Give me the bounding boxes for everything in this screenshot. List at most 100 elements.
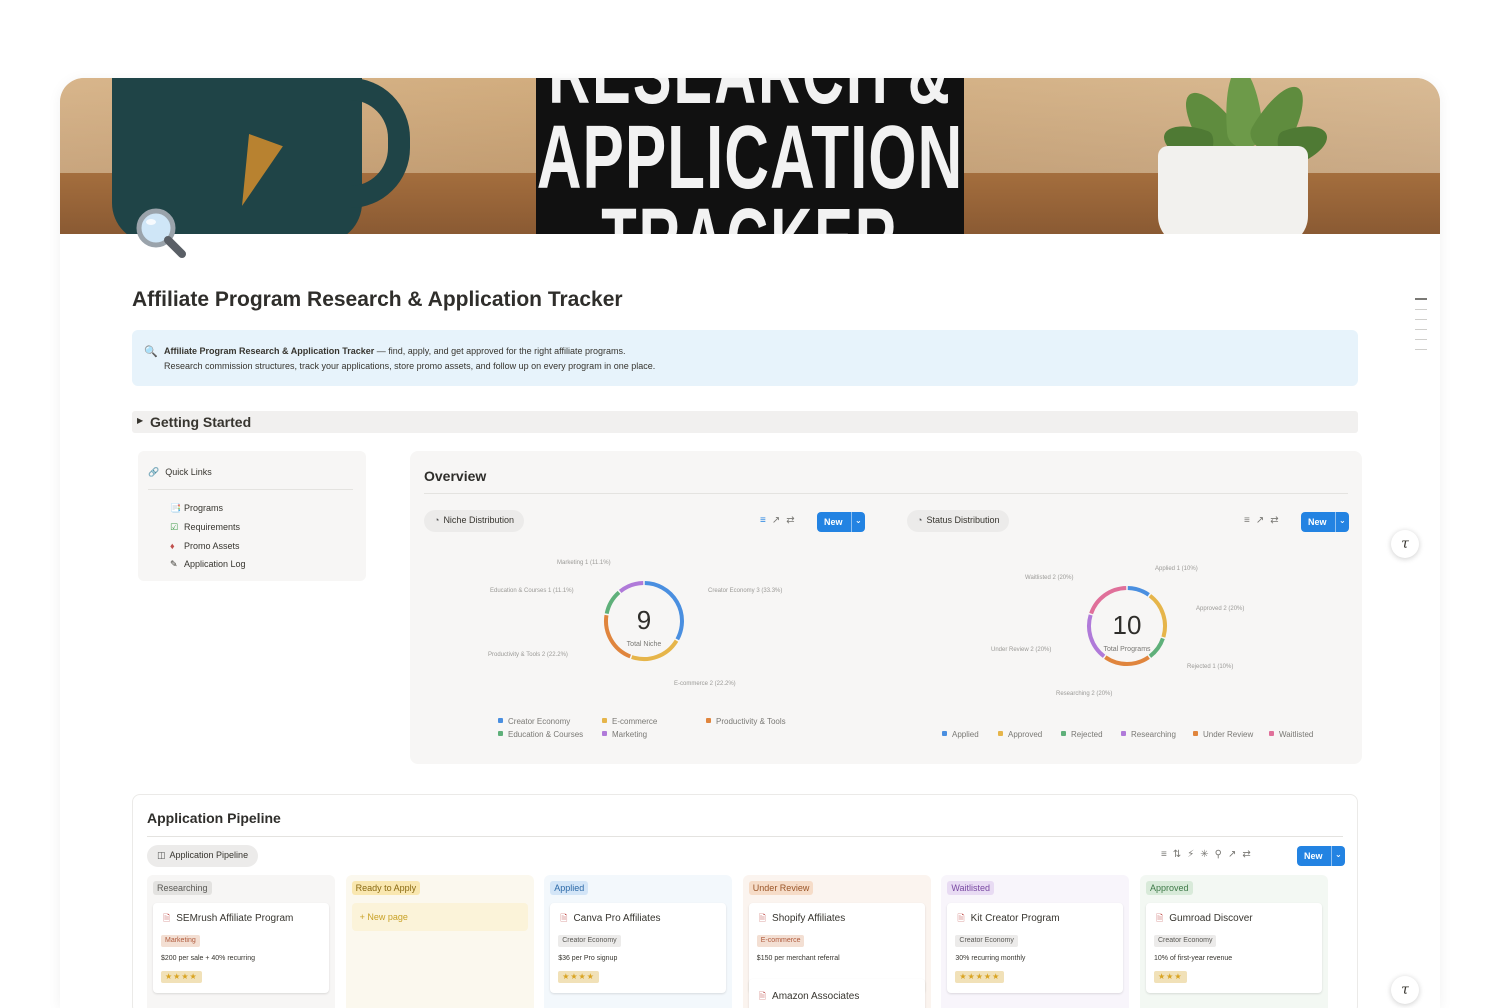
- quick-links-header: 🔗 Quick Links: [148, 467, 212, 478]
- legend-swatch: [706, 718, 711, 723]
- legend-swatch: [1121, 731, 1126, 736]
- getting-started-toggle[interactable]: ▶ Getting Started: [132, 411, 1358, 433]
- expand-icon[interactable]: ↗: [1228, 849, 1242, 860]
- callout-line1: Affiliate Program Research & Application…: [164, 346, 626, 356]
- legend-swatch: [602, 718, 607, 723]
- legend-swatch: [1269, 731, 1274, 736]
- toc-line[interactable]: [1415, 329, 1427, 330]
- column-status-tag[interactable]: Ready to Apply: [351, 881, 421, 895]
- donut-slice[interactable]: [1148, 594, 1167, 638]
- slice-label: Rejected 1 (10%): [1187, 664, 1234, 670]
- document-icon: 🗎: [1156, 913, 1164, 923]
- ai-assistant-icon[interactable]: 𝜏: [1391, 530, 1419, 558]
- program-card[interactable]: 🗎 Amazon Associates: [748, 979, 925, 1008]
- search-icon[interactable]: ⚲: [1215, 849, 1228, 860]
- programs-icon: 📑: [170, 503, 182, 513]
- chevron-down-icon[interactable]: ⌄: [1331, 846, 1345, 866]
- category-tag: Creator Economy: [955, 935, 1018, 947]
- link-icon: 🔗: [148, 467, 160, 477]
- slice-label: Under Review 2 (20%): [991, 647, 1052, 653]
- column-status-tag[interactable]: Applied: [550, 881, 589, 895]
- toc-line[interactable]: [1415, 339, 1427, 340]
- pipeline-new-button[interactable]: New ⌄: [1297, 846, 1345, 866]
- toc-line[interactable]: [1415, 349, 1427, 350]
- commission-text: 10% of first-year revenue: [1154, 955, 1233, 962]
- legend-label: Waitlisted: [1279, 730, 1314, 739]
- card-title: 🗎 Amazon Associates: [759, 989, 860, 1005]
- filter-icon[interactable]: ≡: [1161, 849, 1173, 860]
- legend-item: Under Review: [1193, 730, 1253, 739]
- donut-slice[interactable]: [1127, 586, 1150, 597]
- quick-link-programs[interactable]: 📑 Programs: [170, 503, 223, 514]
- donut-slice[interactable]: [1148, 637, 1165, 658]
- pipeline-column: Applied 🗎 Canva Pro Affiliates Creator Econ…: [544, 875, 733, 1008]
- automation-bolt-icon[interactable]: ⚡: [1187, 849, 1200, 860]
- plant-pot: [1158, 146, 1308, 234]
- quick-link-promo-assets[interactable]: ♦ Promo Assets: [170, 541, 240, 551]
- slice-label: Education & Courses 1 (11.1%): [490, 588, 574, 594]
- toggle-triangle-icon[interactable]: ▶: [137, 416, 143, 425]
- pipeline-toolbar: ≡⇅⚡✳⚲↗⇄: [1161, 849, 1257, 860]
- new-page-button[interactable]: + New page: [351, 903, 528, 931]
- plus-icon: +: [359, 912, 365, 922]
- donut-slice[interactable]: [604, 590, 621, 615]
- card-title: 🗎 Gumroad Discover: [1156, 911, 1253, 927]
- niche-total-label: Total Niche: [627, 641, 662, 648]
- quick-link-requirements[interactable]: ☑ Requirements: [170, 522, 240, 533]
- column-status-tag[interactable]: Under Review: [748, 881, 814, 895]
- quick-link-application-log[interactable]: ✎ Application Log: [170, 559, 246, 570]
- notion-page: RESEARCH & APPLICATION TRACKER Affiliate…: [60, 78, 1440, 1008]
- program-card[interactable]: 🗎 Canva Pro Affiliates Creator Economy $36 …: [550, 903, 727, 993]
- slice-label: Applied 1 (10%): [1155, 566, 1198, 572]
- donut-slice[interactable]: [1087, 614, 1106, 658]
- donut-slice[interactable]: [1104, 655, 1150, 666]
- getting-started-label: Getting Started: [150, 414, 252, 430]
- column-status-tag[interactable]: Waitlisted: [947, 881, 995, 895]
- category-tag: E-commerce: [756, 935, 805, 947]
- commission-text: 30% recurring monthly: [955, 955, 1026, 962]
- pipeline-board-view-tab[interactable]: ◫ Application Pipeline: [147, 845, 259, 867]
- pipeline-column: Approved 🗎 Gumroad Discover Creator Economy…: [1140, 875, 1328, 1008]
- legend-swatch: [1193, 731, 1198, 736]
- legend-item: Applied: [942, 730, 979, 739]
- sort-icon[interactable]: ⇅: [1173, 849, 1187, 860]
- legend-item: Creator Economy: [498, 717, 570, 726]
- new-page-label: New page: [367, 912, 408, 922]
- new-button-label: New: [1304, 851, 1323, 861]
- donut-slice[interactable]: [604, 614, 632, 659]
- column-status-tag[interactable]: Approved: [1146, 881, 1193, 895]
- donut-slice[interactable]: [618, 581, 644, 594]
- program-card[interactable]: 🗎 SEMrush Affiliate Program Marketing $200 …: [153, 903, 329, 993]
- legend-label: Under Review: [1203, 730, 1254, 739]
- card-title: 🗎 Shopify Affiliates: [759, 911, 845, 927]
- search-icon: 🔍: [144, 346, 158, 358]
- magnifier-icon[interactable]: [132, 204, 192, 264]
- view-tab-label: Application Pipeline: [169, 850, 249, 860]
- quick-link-label: Programs: [184, 503, 224, 513]
- legend-item: Rejected: [1061, 730, 1103, 739]
- customize-icon[interactable]: ✳: [1200, 849, 1214, 860]
- settings-sliders-icon[interactable]: ⇄: [1242, 849, 1256, 860]
- legend-swatch: [1061, 731, 1066, 736]
- quick-link-label: Application Log: [184, 559, 246, 569]
- legend-item: Researching: [1121, 730, 1176, 739]
- column-status-tag[interactable]: Researching: [153, 881, 212, 895]
- toc-line[interactable]: [1415, 319, 1427, 320]
- card-title-text: Amazon Associates: [772, 991, 860, 1002]
- card-title-text: Shopify Affiliates: [772, 913, 846, 924]
- toc-line[interactable]: [1415, 298, 1427, 300]
- toc-line[interactable]: [1415, 309, 1427, 310]
- program-card[interactable]: 🗎 Gumroad Discover Creator Economy 10% of f…: [1146, 903, 1322, 993]
- legend-label: Productivity & Tools: [716, 717, 786, 726]
- cover-image[interactable]: RESEARCH & APPLICATION TRACKER: [60, 78, 1440, 234]
- promo-assets-icon: ♦: [170, 541, 175, 551]
- program-card[interactable]: 🗎 Kit Creator Program Creator Economy 30% r…: [947, 903, 1124, 993]
- pipeline-column: Under Review 🗎 Shopify Affiliates E-commerc…: [742, 875, 931, 1008]
- slice-label: Approved 2 (20%): [1196, 606, 1245, 612]
- card-title-text: SEMrush Affiliate Program: [176, 913, 294, 924]
- table-of-contents-rail[interactable]: [1415, 298, 1427, 359]
- quick-links-panel: 🔗 Quick Links 📑 Programs ☑ Requirements ♦ Pr…: [138, 451, 366, 581]
- slice-label: Creator Economy 3 (33.3%): [708, 588, 783, 594]
- card-title-text: Canva Pro Affiliates: [573, 913, 661, 924]
- pipeline-title: Application Pipeline: [147, 810, 281, 826]
